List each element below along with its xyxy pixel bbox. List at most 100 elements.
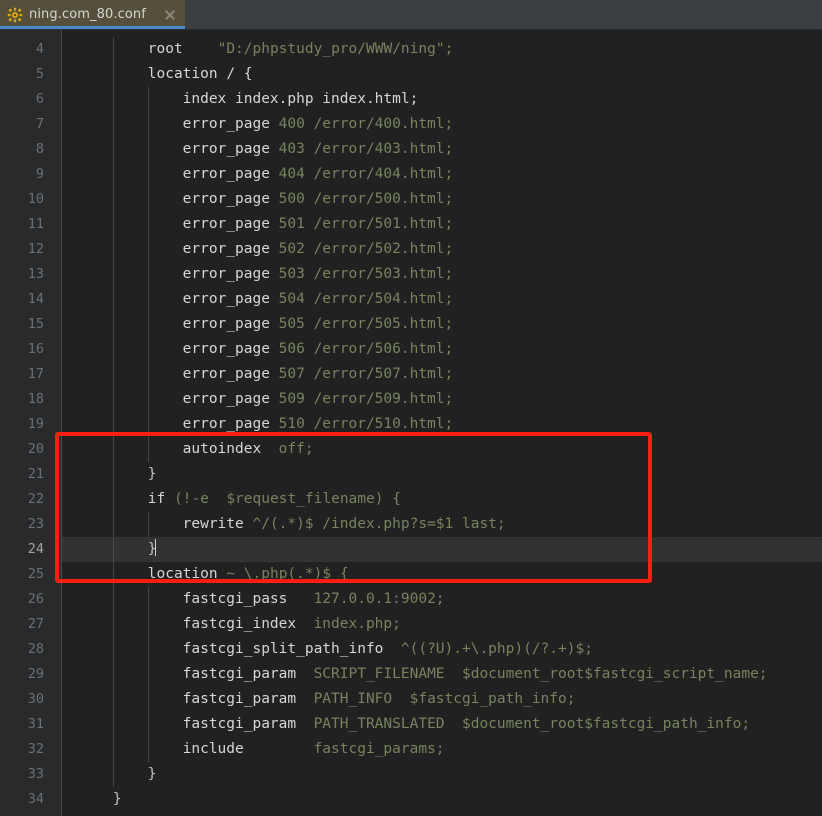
code-token: 506 /error/506.html; [278, 341, 454, 357]
code-token: error_page [182, 416, 279, 432]
code-line[interactable]: 31 fastcgi_param PATH_TRANSLATED $documen… [0, 712, 822, 737]
line-number: 11 [27, 216, 44, 232]
code-token: 500 /error/500.html; [278, 191, 454, 207]
code-token: (!-e $request_filename) { [173, 491, 401, 507]
tab-ning-com-80-conf[interactable]: ning.com_80.conf [0, 0, 185, 29]
code-line[interactable]: 23 rewrite ^/(.*)$ /index.php?s=$1 last; [0, 512, 822, 537]
code-line[interactable]: 20 autoindex off; [0, 437, 822, 462]
code-token: 507 /error/507.html; [278, 366, 454, 382]
code-token: location [147, 566, 227, 582]
line-text: error_page 510 /error/510.html; [183, 412, 454, 437]
code-line[interactable]: 27 fastcgi_index index.php; [0, 612, 822, 637]
line-text: error_page 505 /error/505.html; [183, 312, 454, 337]
code-token: error_page [182, 191, 279, 207]
line-number: 15 [27, 316, 44, 332]
indent-guide [147, 87, 149, 462]
line-text: error_page 506 /error/506.html; [183, 337, 454, 362]
code-token: 127.0.0.1:9002; [313, 591, 445, 607]
code-token: index index.php index.html; [182, 91, 419, 107]
code-token: error_page [182, 316, 279, 332]
code-line[interactable]: 9 error_page 404 /error/404.html; [0, 162, 822, 187]
code-lines[interactable]: 4 root "D:/phpstudy_pro/WWW/ning"; 5 locati… [0, 37, 822, 812]
code-line[interactable]: 21} [0, 462, 822, 487]
line-number: 24 [27, 541, 44, 557]
line-number: 34 [27, 791, 44, 807]
code-line[interactable]: 33} [0, 762, 822, 787]
code-token: PATH_TRANSLATED $document_root$fastcgi_p… [313, 716, 751, 732]
indent-guide [112, 37, 114, 787]
code-line[interactable]: 4 root "D:/phpstudy_pro/WWW/ning"; [0, 37, 822, 62]
code-token: } [112, 791, 122, 807]
line-number: 23 [27, 516, 44, 532]
code-token: error_page [182, 166, 279, 182]
code-line[interactable]: 16 error_page 506 /error/506.html; [0, 337, 822, 362]
line-text: } [148, 537, 157, 562]
code-line[interactable]: 5 location / { [0, 62, 822, 87]
line-text: if (!-e $request_filename) { [148, 487, 401, 512]
code-line[interactable]: 26 fastcgi_pass 127.0.0.1:9002; [0, 587, 822, 612]
code-line[interactable]: 11 error_page 501 /error/501.html; [0, 212, 822, 237]
code-token: 403 /error/403.html; [278, 141, 454, 157]
nginx-config-icon [7, 6, 23, 23]
code-line[interactable]: 8 error_page 403 /error/403.html; [0, 137, 822, 162]
line-number: 14 [27, 291, 44, 307]
code-line[interactable]: 19 error_page 510 /error/510.html; [0, 412, 822, 437]
code-line[interactable]: 30 fastcgi_param PATH_INFO $fastcgi_path_… [0, 687, 822, 712]
code-line[interactable]: 10 error_page 500 /error/500.html; [0, 187, 822, 212]
code-line[interactable]: 28 fastcgi_split_path_info ^((?U).+\.php)… [0, 637, 822, 662]
code-line[interactable]: 18 error_page 509 /error/509.html; [0, 387, 822, 412]
line-number: 21 [27, 466, 44, 482]
code-line[interactable]: 25 location ~ \.php(.*)$ { [0, 562, 822, 587]
code-line[interactable]: 7 error_page 400 /error/400.html; [0, 112, 822, 137]
code-token: SCRIPT_FILENAME $document_root$fastcgi_s… [313, 666, 768, 682]
line-number: 22 [27, 491, 44, 507]
code-line[interactable]: 12 error_page 502 /error/502.html; [0, 237, 822, 262]
line-text: } [148, 462, 157, 487]
line-number: 29 [27, 666, 44, 682]
code-token: fastcgi_pass [182, 591, 314, 607]
line-number: 7 [35, 116, 44, 132]
text-caret [155, 539, 157, 556]
line-number: 26 [27, 591, 44, 607]
line-number: 10 [27, 191, 44, 207]
line-text: include fastcgi_params; [183, 737, 445, 762]
code-token: location / { [147, 66, 253, 82]
line-text: fastcgi_split_path_info ^((?U).+\.php)(/… [183, 637, 593, 662]
code-token: ^/(.*)$ /index.php?s=$1 last; [252, 516, 506, 532]
line-number: 27 [27, 616, 44, 632]
code-line[interactable]: 22 if (!-e $request_filename) { [0, 487, 822, 512]
line-number: 19 [27, 416, 44, 432]
line-number: 13 [27, 266, 44, 282]
line-text: error_page 403 /error/403.html; [183, 137, 454, 162]
line-number: 4 [35, 41, 44, 57]
code-line[interactable]: 13 error_page 503 /error/503.html; [0, 262, 822, 287]
line-number: 20 [27, 441, 44, 457]
code-token: 400 /error/400.html; [278, 116, 454, 132]
line-text: error_page 507 /error/507.html; [183, 362, 454, 387]
code-token: error_page [182, 341, 279, 357]
code-token: 505 /error/505.html; [278, 316, 454, 332]
line-text: } [148, 762, 157, 787]
code-editor[interactable]: 4 root "D:/phpstudy_pro/WWW/ning"; 5 locati… [0, 30, 822, 816]
line-text: index index.php index.html; [183, 87, 419, 112]
code-line[interactable]: 17 error_page 507 /error/507.html; [0, 362, 822, 387]
code-line[interactable]: 24} [0, 537, 822, 562]
line-text: error_page 504 /error/504.html; [183, 287, 454, 312]
line-number: 32 [27, 741, 44, 757]
line-number: 6 [35, 91, 44, 107]
code-line[interactable]: 32 include fastcgi_params; [0, 737, 822, 762]
code-token: root [147, 41, 183, 57]
close-icon[interactable] [163, 8, 177, 22]
code-token: if [147, 491, 174, 507]
code-line[interactable]: 29 fastcgi_param SCRIPT_FILENAME $documen… [0, 662, 822, 687]
code-token: include [182, 741, 314, 757]
code-line[interactable]: 14 error_page 504 /error/504.html; [0, 287, 822, 312]
code-token: error_page [182, 291, 279, 307]
line-text: fastcgi_param PATH_TRANSLATED $document_… [183, 712, 750, 737]
code-line[interactable]: 15 error_page 505 /error/505.html; [0, 312, 822, 337]
code-line[interactable]: 34} [0, 787, 822, 812]
code-line[interactable]: 6 index index.php index.html; [0, 87, 822, 112]
code-token: fastcgi_param [182, 716, 314, 732]
line-text: fastcgi_param SCRIPT_FILENAME $document_… [183, 662, 768, 687]
